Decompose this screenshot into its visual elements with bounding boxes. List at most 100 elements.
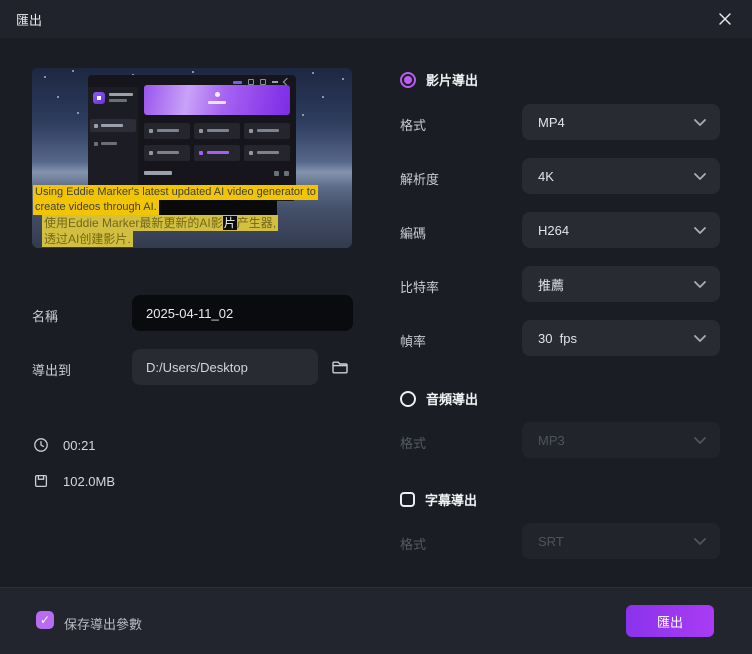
chevron-down-icon: [694, 118, 706, 126]
preview-tool-icon: [249, 129, 253, 133]
preview-tool-label: [207, 151, 229, 154]
preview-sidebar-label: [101, 124, 123, 127]
encoding-label: 編碼: [400, 226, 427, 241]
subtitle-export-title: 字幕導出: [425, 493, 478, 508]
export-button[interactable]: 匯出: [626, 605, 714, 637]
framerate-dropdown[interactable]: 30 fps: [522, 320, 720, 356]
subtitle-export-checkbox[interactable]: [400, 492, 415, 507]
preview-tool-button: [144, 123, 190, 139]
preview-logo-text-line: [109, 99, 127, 102]
dialog-titlebar: 匯出: [0, 0, 752, 38]
subtitle-text: Using Eddie Marker's latest updated AI v…: [33, 185, 318, 200]
audio-export-section[interactable]: 音頻導出: [400, 389, 478, 408]
preview-app-logo: [93, 92, 105, 104]
subtitle-chinese-line2: 透过AI创建影片.: [42, 231, 278, 247]
audio-export-radio[interactable]: [400, 390, 416, 407]
clock-icon: [34, 438, 48, 452]
format-dropdown[interactable]: MP4: [522, 104, 720, 140]
preview-accent-dash: [233, 80, 242, 84]
filesize-value: 102.0MB: [63, 473, 116, 489]
preview-logo-text-line: [109, 93, 133, 96]
preview-banner-icon: [215, 92, 220, 97]
video-export-section[interactable]: 影片導出: [400, 70, 478, 89]
preview-footer-icon: [284, 171, 289, 176]
preview-tool-icon: [149, 129, 153, 133]
chevron-down-icon: [694, 334, 706, 342]
subtitle-chinese: 使用Eddie Marker最新更新的AI影片产生器, 透过AI创建影片.: [42, 215, 279, 247]
preview-footer-icon: [274, 171, 279, 176]
audio-format-label: 格式: [400, 436, 427, 451]
save-params-checkbox[interactable]: ✓: [36, 611, 54, 629]
video-export-title: 影片導出: [426, 73, 479, 88]
preview-tool-button: [244, 123, 290, 139]
export-dialog: 匯出 Using Eddie Marker's latest updated A…: [0, 0, 752, 654]
preview-tool-button: [194, 123, 240, 139]
audio-format-dropdown: MP3: [522, 422, 720, 458]
framerate-value: 30 fps: [538, 330, 578, 346]
chevron-down-icon: [694, 280, 706, 288]
preview-banner-text: [208, 101, 226, 104]
close-button[interactable]: [714, 8, 736, 30]
resolution-value: 4K: [538, 168, 554, 184]
chevron-down-icon: [694, 226, 706, 234]
preview-tool-label: [257, 151, 279, 154]
name-input[interactable]: [132, 295, 353, 331]
dialog-footer: ✓ 保存導出參數 匯出: [0, 587, 752, 654]
destination-input[interactable]: [132, 349, 318, 385]
subtitle-text: 使用Eddie Marker最新更新的AI影: [44, 216, 223, 230]
preview-tool-button: [144, 145, 190, 161]
preview-tool-label: [157, 129, 179, 132]
subtitle-text: 使用Eddie Marker最新更新的AI影片产生器,: [42, 215, 279, 231]
preview-tool-icon: [199, 129, 203, 133]
preview-minimize-glyph: [272, 81, 278, 83]
subtitle-format-label: 格式: [400, 537, 427, 552]
preview-tool-label: [257, 129, 279, 132]
preview-footer-text: [144, 171, 172, 175]
resolution-label: 解析度: [400, 172, 440, 187]
bitrate-dropdown[interactable]: 推薦: [522, 266, 720, 302]
preview-sidebar-icon: [94, 142, 98, 146]
encoding-value: H264: [538, 222, 570, 238]
subtitle-format-value: SRT: [538, 533, 564, 549]
bitrate-value: 推薦: [538, 277, 565, 293]
folder-icon: [332, 361, 348, 374]
preview-app-window: [88, 75, 296, 201]
filesize-row: 102.0MB: [33, 473, 115, 489]
preview-tool-icon: [149, 151, 153, 155]
destination-label: 導出到: [32, 363, 72, 378]
preview-tool-label: [207, 129, 229, 132]
subtitle-export-section[interactable]: 字幕導出: [400, 490, 477, 509]
video-export-radio[interactable]: [400, 71, 416, 88]
subtitle-english: Using Eddie Marker's latest updated AI v…: [33, 185, 318, 215]
encoding-dropdown[interactable]: H264: [522, 212, 720, 248]
preview-tool-icon: [199, 151, 203, 155]
preview-tool-label: [157, 151, 179, 154]
audio-format-value: MP3: [538, 432, 565, 448]
preview-sidebar-icon: [94, 124, 98, 128]
preview-tool-icon: [249, 151, 253, 155]
video-preview: Using Eddie Marker's latest updated AI v…: [32, 68, 352, 248]
preview-tool-button-ai: [194, 145, 240, 161]
format-value: MP4: [538, 114, 565, 130]
subtitle-chinese-line1: 使用Eddie Marker最新更新的AI影片产生器,: [42, 215, 279, 231]
framerate-label: 幀率: [400, 334, 427, 349]
browse-folder-button[interactable]: [328, 355, 352, 379]
chevron-down-icon: [694, 537, 706, 545]
preview-sidebar-label: [101, 142, 117, 145]
duration-value: 00:21: [63, 437, 96, 453]
preview-banner: [144, 85, 290, 115]
chevron-down-icon: [694, 436, 706, 444]
name-label: 名稱: [32, 309, 59, 324]
subtitle-text: 透过AI创建影片.: [42, 231, 133, 247]
check-icon: ✓: [39, 613, 51, 627]
subtitle-highlighted-char: 片: [222, 216, 237, 230]
subtitle-format-dropdown: SRT: [522, 523, 720, 559]
subtitle-selection-block: [158, 200, 277, 215]
dialog-title: 匯出: [16, 12, 43, 28]
filesize-icon: [34, 474, 48, 488]
close-icon: [719, 13, 731, 25]
subtitle-text: 产生器,: [236, 216, 277, 230]
subtitle-english-line1: Using Eddie Marker's latest updated AI v…: [33, 185, 318, 200]
subtitle-text: create videos through AI.: [33, 200, 159, 215]
resolution-dropdown[interactable]: 4K: [522, 158, 720, 194]
